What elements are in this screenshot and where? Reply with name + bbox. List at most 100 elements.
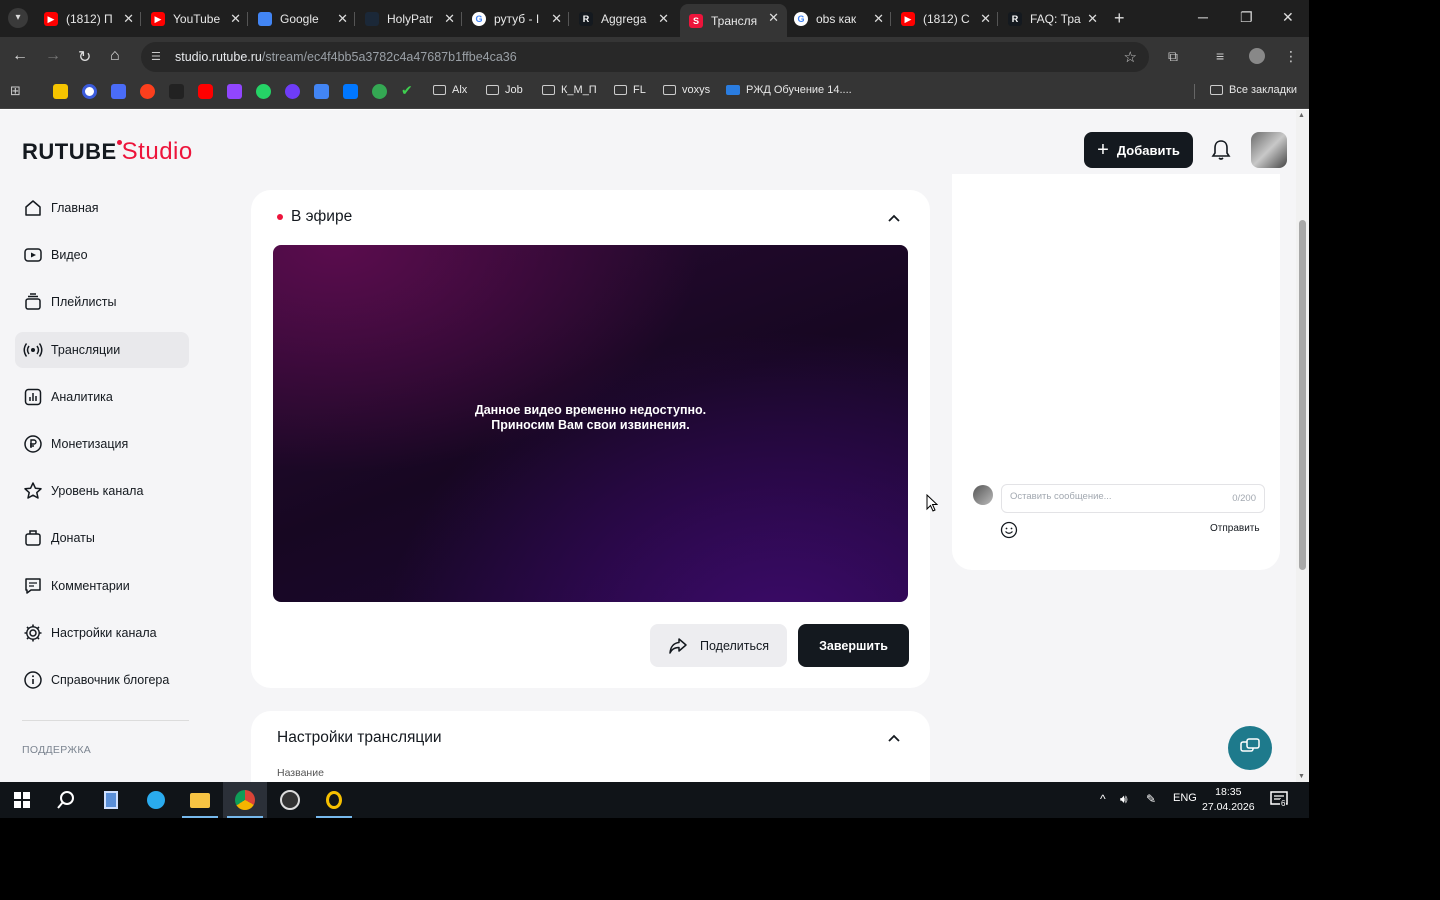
chat-message-field[interactable]: [1010, 491, 1210, 502]
reload-icon[interactable]: ↻: [78, 47, 91, 67]
chevron-up-icon[interactable]: [887, 733, 901, 743]
bookmark-folder[interactable]: voxys: [663, 84, 710, 96]
sidebar-item[interactable]: Плейлисты: [15, 284, 189, 320]
sidebar-item[interactable]: Главная: [15, 190, 189, 226]
bookmark-icon[interactable]: [169, 84, 184, 99]
menu-dots-icon[interactable]: ⋮: [1284, 48, 1298, 65]
notifications-bell-icon[interactable]: [1211, 139, 1231, 161]
whatsapp-icon[interactable]: [256, 84, 271, 99]
bookmark-icon[interactable]: [82, 84, 97, 99]
forward-icon[interactable]: →: [45, 47, 61, 65]
browser-tab[interactable]: Gobs как ✕: [785, 5, 892, 32]
chat-user-avatar: [973, 485, 993, 505]
page-scrollbar[interactable]: ▲ ▼: [1296, 110, 1309, 782]
chevron-up-icon[interactable]: [887, 213, 901, 223]
bookmark-folder[interactable]: FL: [614, 84, 646, 96]
close-tab-icon[interactable]: ✕: [1087, 11, 1098, 27]
close-tab-icon[interactable]: ✕: [337, 11, 348, 27]
browser-tab[interactable]: R FAQ: Тра ✕: [999, 5, 1106, 32]
profile-icon[interactable]: [1249, 48, 1265, 64]
bookmark-icon[interactable]: [372, 84, 387, 99]
bookmark-folder[interactable]: К_М_П: [542, 84, 597, 96]
chrome-icon[interactable]: [223, 782, 267, 818]
close-tab-icon[interactable]: ✕: [658, 11, 669, 27]
bookmark-icon[interactable]: [285, 84, 300, 99]
end-stream-button[interactable]: Завершить: [798, 624, 909, 667]
system-clock[interactable]: 18:35 27.04.2026: [1202, 785, 1255, 815]
all-bookmarks[interactable]: Все закладки: [1210, 84, 1297, 96]
browser-tab[interactable]: HolyPatr ✕: [356, 5, 463, 32]
video-player[interactable]: Данное видео временно недоступно. Принос…: [273, 245, 908, 602]
chat-message-input[interactable]: 0/200: [1001, 484, 1265, 513]
youtube-icon[interactable]: [198, 84, 213, 99]
browser-tab[interactable]: Google ✕: [249, 5, 356, 32]
extensions-icon[interactable]: ⧉: [1168, 48, 1178, 65]
site-settings-icon[interactable]: ☰: [151, 50, 165, 64]
yandex-icon[interactable]: [140, 84, 155, 99]
emoji-icon[interactable]: [1000, 521, 1018, 539]
obs-icon[interactable]: [268, 782, 312, 818]
user-avatar[interactable]: [1251, 132, 1287, 168]
close-tab-icon[interactable]: ✕: [873, 11, 884, 27]
bookmark-star-icon[interactable]: ☆: [1124, 48, 1137, 66]
close-tab-icon[interactable]: ✕: [230, 11, 241, 27]
sidebar-item[interactable]: Монетизация: [15, 426, 189, 462]
browser-tab[interactable]: Gрутуб - I ✕: [463, 5, 570, 32]
bookmark-icon[interactable]: [111, 84, 126, 99]
browser-tab[interactable]: R Aggrega ✕: [570, 5, 677, 32]
media-control-icon[interactable]: ≡: [1216, 48, 1224, 64]
support-chat-button[interactable]: [1228, 726, 1272, 770]
search-icon[interactable]: [44, 782, 88, 818]
browser-tab[interactable]: ▶ YouTube ✕: [142, 5, 249, 32]
send-message-button[interactable]: Отправить: [1210, 523, 1260, 534]
add-button[interactable]: + Добавить: [1084, 132, 1193, 168]
bookmark-folder[interactable]: Job: [486, 84, 523, 96]
close-tab-icon[interactable]: ✕: [768, 10, 779, 26]
notifications-icon[interactable]: 6: [1270, 791, 1288, 810]
bookmark-folder[interactable]: Alx: [433, 84, 467, 96]
scrollbar-thumb[interactable]: [1299, 220, 1306, 570]
browser-tab[interactable]: ▶ (1812) П ✕: [35, 5, 142, 32]
address-bar[interactable]: ☰ studio.rutube.ru/stream/ec4f4bb5a3782c…: [141, 42, 1149, 72]
browser-tab[interactable]: S Трансля ✕: [680, 4, 787, 37]
restore-icon[interactable]: ❐: [1240, 9, 1253, 26]
browser-tab[interactable]: ▶ (1812) С ✕: [892, 5, 999, 32]
check-icon[interactable]: ✔: [401, 82, 416, 98]
browser-o-icon[interactable]: [312, 782, 356, 818]
sidebar-item[interactable]: Видео: [15, 237, 189, 273]
apps-grid-icon[interactable]: ⊞: [10, 83, 25, 98]
translate-icon[interactable]: [314, 84, 329, 99]
sidebar-item[interactable]: Донаты: [15, 520, 189, 556]
sidebar-item[interactable]: Уровень канала: [15, 473, 189, 509]
file-explorer-icon[interactable]: [178, 782, 222, 818]
telegram-icon[interactable]: [134, 782, 178, 818]
vk-icon[interactable]: [343, 84, 358, 99]
close-tab-icon[interactable]: ✕: [444, 11, 455, 27]
volume-icon[interactable]: 🔊︎: [1120, 792, 1128, 807]
language-indicator[interactable]: ENG: [1173, 792, 1197, 804]
close-tab-icon[interactable]: ✕: [980, 11, 991, 27]
sidebar-item[interactable]: Настройки канала: [15, 615, 189, 651]
windows-start-icon[interactable]: [0, 782, 44, 818]
sidebar-item[interactable]: Аналитика: [15, 379, 189, 415]
tray-expand-icon[interactable]: ^: [1100, 792, 1106, 806]
close-window-icon[interactable]: ✕: [1282, 9, 1294, 26]
close-tab-icon[interactable]: ✕: [551, 11, 562, 27]
bookmark-icon[interactable]: [53, 84, 68, 99]
pen-icon[interactable]: ✎: [1146, 792, 1156, 806]
sidebar-item[interactable]: Комментарии: [15, 568, 189, 604]
close-tab-icon[interactable]: ✕: [123, 11, 134, 27]
new-tab-icon[interactable]: +: [1114, 8, 1125, 29]
twitch-icon[interactable]: [227, 84, 242, 99]
minimize-icon[interactable]: ─: [1198, 9, 1208, 25]
back-icon[interactable]: ←: [12, 47, 28, 65]
rutube-studio-logo[interactable]: RUTUBE Studio: [22, 138, 193, 166]
sidebar-item[interactable]: Справочник блогера: [15, 662, 189, 698]
bookmark-rzd[interactable]: РЖД Обучение 14....: [726, 84, 852, 96]
share-button[interactable]: Поделиться: [650, 624, 787, 667]
calculator-icon[interactable]: [89, 782, 133, 818]
home-browser-icon[interactable]: ⌂: [110, 47, 120, 65]
sidebar-item[interactable]: Трансляции: [15, 332, 189, 368]
tab-search-icon[interactable]: ▾: [8, 8, 28, 28]
screen: ▾ ▶ (1812) П ✕ ▶ YouTube ✕ Google ✕ HolyPatr ✕ Gру…: [0, 0, 1309, 818]
